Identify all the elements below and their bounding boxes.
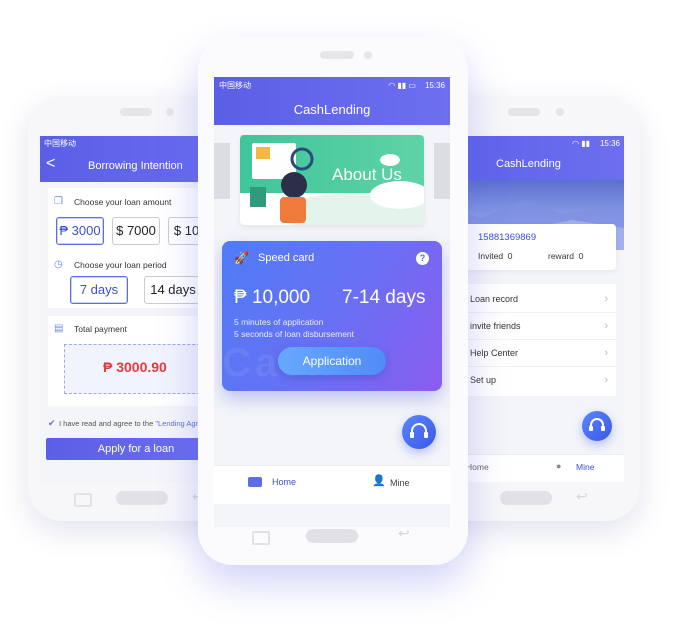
customer-service-button[interactable] (402, 415, 436, 449)
person-icon: 👤 (372, 475, 386, 487)
tab-mine[interactable]: Mine (576, 462, 594, 472)
header-bar: CashLending (214, 95, 450, 125)
chevron-right-icon: › (604, 320, 608, 332)
headset-icon (589, 418, 605, 431)
menu-item-set-up[interactable]: Set up › (456, 367, 616, 393)
tab-mine[interactable]: Mine (390, 478, 410, 488)
home-button[interactable] (116, 491, 168, 505)
card-detail-2: 5 seconds of loan disbursement (234, 329, 355, 339)
app-title: CashLending (496, 158, 561, 170)
speaker (508, 108, 540, 116)
menu-item-help-center[interactable]: Help Center › (456, 340, 616, 367)
recent-apps-button[interactable] (74, 493, 92, 507)
carousel-next-slide[interactable] (434, 143, 450, 199)
menu-item-loan-record[interactable]: Loan record › (456, 286, 616, 313)
camera (166, 108, 174, 116)
card-icon (248, 477, 262, 487)
clock-time: 15:36 (599, 139, 620, 148)
agreement-link[interactable]: "Lending Agr (155, 419, 198, 428)
person-icon: ● (556, 461, 562, 471)
loan-period: 7-14 days (342, 287, 426, 308)
status-bar: 中国移动 ◠ ▮▮ ▭ 15:36 (214, 77, 450, 95)
banner-title: About Us (332, 165, 402, 184)
recent-apps-button[interactable] (252, 531, 270, 545)
rocket-icon: 🚀 (234, 251, 249, 265)
camera (556, 108, 564, 116)
back-button[interactable]: ↩ (398, 525, 410, 542)
card-title: Speed card (258, 252, 315, 264)
chevron-right-icon: › (604, 347, 608, 359)
center-phone: 中国移动 ◠ ▮▮ ▭ 15:36 CashLending About Us 🚀… (198, 37, 468, 565)
clock-icon: ◷ (54, 259, 63, 270)
amount-option-7000[interactable]: $ 7000 (112, 217, 160, 245)
phone-number: 15881369869 (478, 232, 537, 243)
application-button[interactable]: Application (278, 347, 386, 375)
speaker (320, 51, 354, 59)
card-detail-1: 5 minutes of application (234, 317, 324, 327)
carrier-label: 中国移动 (219, 81, 251, 90)
home-button[interactable] (306, 529, 358, 543)
customer-service-button[interactable] (582, 411, 612, 441)
agree-text: I have read and agree to the "Lending Ag… (59, 419, 199, 428)
period-option-14[interactable]: 14 days (144, 276, 202, 304)
check-icon[interactable]: ✔ (48, 418, 56, 429)
chevron-right-icon: › (604, 374, 608, 386)
reward-stat: reward 0 (548, 251, 584, 261)
list-icon: ▤ (54, 323, 64, 334)
profile-card: 15881369869 Invited 0 reward 0 (448, 224, 616, 270)
app-title: CashLending (293, 102, 371, 117)
cube-icon: ❒ (54, 196, 63, 207)
invited-stat: Invited 0 (478, 251, 513, 261)
menu-item-invite-friends[interactable]: invite friends › (456, 313, 616, 340)
total-value: ₱ 3000.90 (103, 359, 167, 375)
carrier-label: 中国移动 (44, 139, 76, 148)
carousel-prev-slide[interactable] (214, 143, 230, 199)
signal-icon: ◠ ▮▮ ▭ (388, 81, 416, 90)
menu-list: Loan record › invite friends › Help Center… (456, 284, 616, 396)
signal-icon: ◠ ▮▮ (571, 139, 590, 148)
tab-bar: Home 👤 Mine (214, 465, 450, 504)
home-button[interactable] (500, 491, 552, 505)
page-title: Borrowing Intention (88, 160, 183, 172)
amount-option-3000[interactable]: ₱ 3000 (56, 217, 104, 245)
tab-home[interactable]: Home (272, 477, 296, 487)
about-us-banner[interactable]: About Us (240, 135, 424, 225)
total-label: Total payment (74, 324, 127, 334)
back-button[interactable]: ↩ (576, 488, 588, 505)
help-icon[interactable]: ? (416, 252, 429, 265)
center-screen: 中国移动 ◠ ▮▮ ▭ 15:36 CashLending About Us 🚀… (214, 77, 450, 527)
period-option-7[interactable]: 7 days (70, 276, 128, 304)
loan-amount: ₱ 10,000 (234, 287, 311, 308)
speed-card[interactable]: Cash 🚀 Speed card ? ₱ 10,000 7-14 days 5… (222, 241, 442, 391)
amount-label: Choose your loan amount (74, 197, 172, 207)
speaker (120, 108, 152, 116)
tab-home[interactable]: Home (466, 462, 489, 472)
camera (364, 51, 372, 59)
headset-icon (410, 423, 428, 438)
back-icon[interactable]: < (46, 155, 55, 173)
period-label: Choose your loan period (74, 260, 167, 270)
clock-time: 15:36 (424, 81, 445, 90)
chevron-right-icon: › (604, 293, 608, 305)
total-box: ₱ 3000.90 (64, 344, 210, 394)
